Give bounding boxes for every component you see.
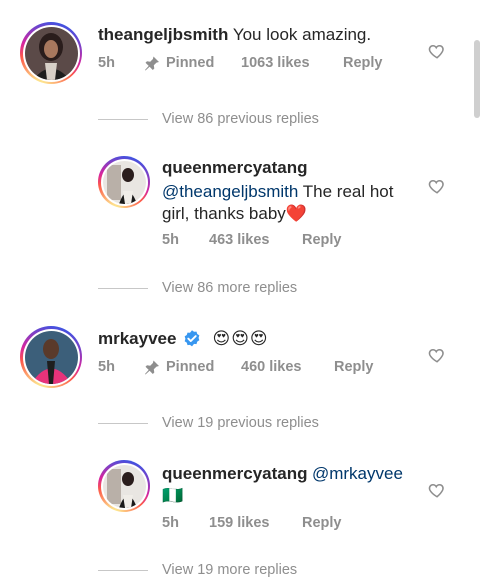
like-heart-icon[interactable] xyxy=(428,481,446,499)
comment-text: 😍😍😍 xyxy=(212,329,269,348)
reply-time: 5h xyxy=(162,232,179,248)
likes-count[interactable]: 1063 likes xyxy=(241,55,310,71)
pinned-label: Pinned xyxy=(166,359,215,375)
scrollbar[interactable] xyxy=(474,40,480,118)
reply-text: 🇳🇬 xyxy=(162,486,184,505)
pinned-label: Pinned xyxy=(166,55,215,71)
reply-button[interactable]: Reply xyxy=(302,515,342,531)
comment-text: You look amazing. xyxy=(232,25,372,44)
pin-icon xyxy=(145,360,159,375)
verified-badge-icon xyxy=(185,330,200,347)
view-more-replies[interactable]: View 86 more replies xyxy=(162,280,297,296)
reply-username[interactable]: queenmercyatang xyxy=(162,158,308,177)
avatar[interactable] xyxy=(20,326,82,388)
likes-count[interactable]: 460 likes xyxy=(241,359,301,375)
avatar[interactable] xyxy=(20,22,82,84)
view-previous-replies[interactable]: View 86 previous replies xyxy=(162,111,319,127)
divider xyxy=(98,119,148,120)
divider xyxy=(98,288,148,289)
comment-username[interactable]: mrkayvee xyxy=(98,329,176,349)
divider xyxy=(98,423,148,424)
avatar-photo xyxy=(102,464,146,508)
like-heart-icon[interactable] xyxy=(428,42,446,60)
avatar-photo xyxy=(102,160,146,204)
view-more-replies[interactable]: View 19 more replies xyxy=(162,562,297,578)
reply-button[interactable]: Reply xyxy=(334,359,374,375)
comment-time: 5h xyxy=(98,55,115,71)
reply-button[interactable]: Reply xyxy=(302,232,342,248)
avatar-photo xyxy=(24,26,78,80)
reply-emoji: ❤️ xyxy=(285,204,307,223)
reply-text: The real hot xyxy=(298,182,394,201)
likes-count[interactable]: 463 likes xyxy=(209,232,269,248)
reply-button[interactable]: Reply xyxy=(343,55,383,71)
reply-mention[interactable]: @theangeljbsmith xyxy=(162,182,298,201)
pin-icon xyxy=(145,56,159,71)
view-previous-replies[interactable]: View 19 previous replies xyxy=(162,415,319,431)
reply-username[interactable]: queenmercyatang xyxy=(162,464,308,483)
like-heart-icon[interactable] xyxy=(428,346,446,364)
likes-count[interactable]: 159 likes xyxy=(209,515,269,531)
reply-time: 5h xyxy=(162,515,179,531)
comment-username[interactable]: theangeljbsmith xyxy=(98,25,228,44)
divider xyxy=(98,570,148,571)
avatar[interactable] xyxy=(98,156,150,208)
avatar[interactable] xyxy=(98,460,150,512)
reply-mention[interactable]: @mrkayvee xyxy=(312,464,403,483)
like-heart-icon[interactable] xyxy=(428,177,446,195)
comment-time: 5h xyxy=(98,359,115,375)
reply-text: girl, thanks baby xyxy=(162,204,286,223)
avatar-photo xyxy=(24,330,78,384)
